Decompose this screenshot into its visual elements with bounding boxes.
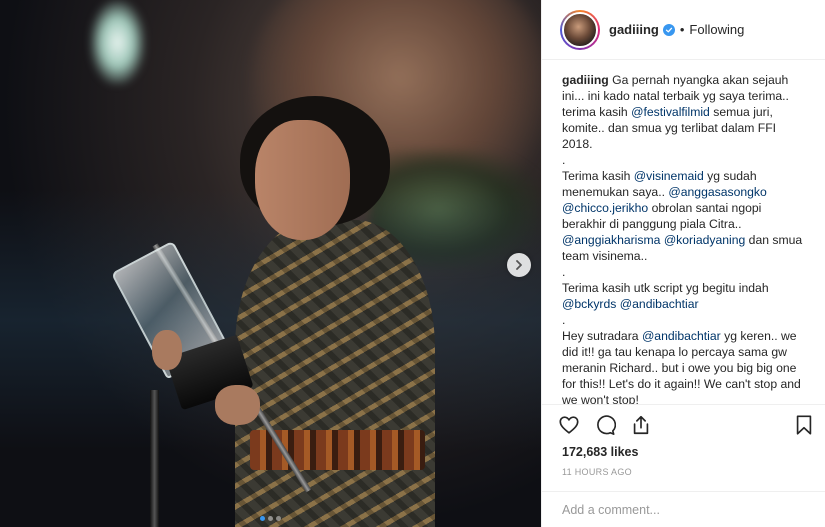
caption-text (767, 185, 770, 199)
carousel-dot (260, 516, 265, 521)
post-header: gadiiing • Following (542, 0, 825, 60)
caption-text: . (562, 265, 566, 279)
comment-bubble-icon (597, 415, 616, 435)
like-count[interactable]: 172,683 likes (542, 445, 825, 463)
mention-link[interactable]: @anggiakharisma (562, 233, 660, 247)
person-face (255, 120, 350, 240)
caption-text: . (562, 313, 566, 327)
person-body (235, 220, 435, 527)
post-timestamp[interactable]: 11 HOURS AGO (542, 463, 825, 481)
username-link[interactable]: gadiiing (609, 22, 659, 37)
person-hand-left (152, 330, 182, 370)
caption: gadiiing Ga pernah nyangka akan sejauh i… (542, 60, 825, 405)
mention-link[interactable]: @andibachtiar (642, 329, 721, 343)
caption-paragraph: gadiiing Ga pernah nyangka akan sejauh i… (562, 72, 807, 152)
mention-link[interactable]: @visinemaid (634, 169, 704, 183)
caption-text: Terima kasih (562, 169, 634, 183)
caption-paragraph: . (562, 312, 807, 328)
mention-link[interactable]: @bckyrds (562, 297, 616, 311)
comment-input[interactable] (562, 502, 805, 517)
caption-paragraph: Hey sutradara @andibachtiar yg keren.. w… (562, 328, 807, 404)
stage-light (90, 0, 145, 85)
verified-badge-icon (662, 23, 675, 36)
heart-icon (559, 416, 579, 434)
caption-paragraph: Terima kasih @visinemaid yg sudah menemu… (562, 168, 807, 264)
caption-paragraph: . (562, 264, 807, 280)
caption-text: Terima kasih utk script yg begitu indah (562, 281, 772, 295)
next-photo-button[interactable] (507, 253, 531, 277)
post-viewer: gadiiing • Following gadiiing Ga pernah … (0, 0, 825, 527)
chevron-right-icon (516, 260, 522, 270)
share-button[interactable] (630, 411, 666, 439)
mention-link[interactable]: @anggasasongko (668, 185, 766, 199)
mention-link[interactable]: @festivalfilmid (631, 105, 710, 119)
caption-paragraph: . (562, 152, 807, 168)
separator-dot: • (679, 22, 685, 37)
carousel-indicator (0, 516, 541, 521)
mention-link[interactable]: @koriadyaning (664, 233, 745, 247)
avatar[interactable] (560, 9, 600, 50)
comment-button[interactable] (594, 411, 630, 439)
post-sidebar: gadiiing • Following gadiiing Ga pernah … (541, 0, 825, 527)
mention-link[interactable]: @andibachtiar (620, 297, 699, 311)
person-hand-right (215, 385, 260, 425)
action-bar (542, 405, 825, 445)
avatar-image (562, 11, 598, 48)
comment-form (542, 491, 825, 527)
bookmark-icon (796, 415, 812, 435)
carousel-dot (268, 516, 273, 521)
caption-text: Hey sutradara (562, 329, 642, 343)
share-icon (633, 415, 649, 435)
like-button[interactable] (558, 411, 594, 439)
carousel-dot (276, 516, 281, 521)
following-button[interactable]: Following (689, 22, 744, 37)
mention-link[interactable]: @chicco.jerikho (562, 201, 648, 215)
caption-paragraph: Terima kasih utk script yg begitu indah … (562, 280, 807, 312)
save-button[interactable] (779, 411, 815, 439)
post-photo[interactable] (0, 0, 541, 527)
caption-author-link[interactable]: gadiiing (562, 73, 609, 87)
microphone-stand (150, 390, 159, 527)
caption-text: . (562, 153, 566, 167)
